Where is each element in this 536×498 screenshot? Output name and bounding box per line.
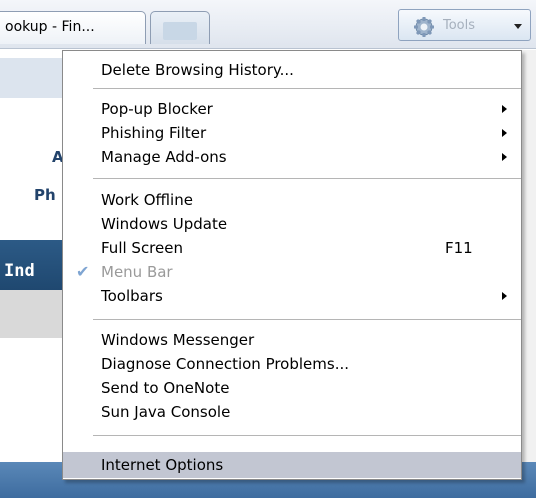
- menu-item-label: Menu Bar: [101, 263, 173, 281]
- menu-item-label: Toolbars: [101, 287, 163, 305]
- submenu-arrow-icon: [502, 105, 507, 113]
- tab-title: ookup - Fin...: [5, 19, 95, 35]
- submenu-arrow-icon: [502, 129, 507, 137]
- menu-separator: [93, 88, 521, 89]
- menu-item-internet-options[interactable]: Internet Options: [63, 452, 521, 478]
- menu-item-label: Internet Options: [101, 456, 224, 474]
- tools-label: Tools: [443, 18, 476, 33]
- tools-dropdown-menu: Delete Browsing History... Pop-up Blocke…: [62, 50, 522, 480]
- menu-item-label: Send to OneNote: [101, 379, 230, 397]
- menu-item-label: Full Screen: [101, 239, 183, 257]
- menu-item-label: Diagnose Connection Problems...: [101, 355, 350, 373]
- menu-item-shortcut: F11: [445, 239, 473, 257]
- new-tab-button[interactable]: [150, 11, 210, 44]
- menu-separator: [93, 319, 521, 320]
- menu-item-work-offline[interactable]: Work Offline: [63, 188, 521, 212]
- new-tab-icon: [163, 22, 197, 40]
- page-scrollbar[interactable]: [520, 50, 536, 462]
- tools-button[interactable]: Tools: [398, 9, 531, 41]
- submenu-arrow-icon: [502, 292, 507, 300]
- menu-item-windows-messenger[interactable]: Windows Messenger: [63, 328, 521, 352]
- chevron-down-icon: [514, 24, 522, 29]
- menu-item-label: Manage Add-ons: [101, 148, 227, 166]
- page-header-band: Ind: [0, 240, 64, 290]
- menu-item-send-to-onenote[interactable]: Send to OneNote: [63, 376, 521, 400]
- menu-item-full-screen[interactable]: Full Screen F11: [63, 236, 521, 260]
- page-text-fragment: Ind: [4, 261, 35, 281]
- menu-separator: [93, 435, 521, 436]
- menu-item-delete-browsing-history[interactable]: Delete Browsing History...: [63, 58, 521, 82]
- page-background-band: [0, 58, 64, 98]
- page-text-fragment: Ph: [34, 186, 56, 204]
- gear-icon: [413, 16, 435, 38]
- menu-item-label: Windows Update: [101, 215, 228, 233]
- menu-item-windows-update[interactable]: Windows Update: [63, 212, 521, 236]
- menu-item-label: Windows Messenger: [101, 331, 255, 349]
- menu-item-manage-addons[interactable]: Manage Add-ons: [63, 145, 521, 169]
- menu-item-toolbars[interactable]: Toolbars: [63, 284, 521, 308]
- menu-item-label: Delete Browsing History...: [101, 61, 294, 79]
- menu-item-label: Sun Java Console: [101, 403, 231, 421]
- menu-item-label: Phishing Filter: [101, 124, 207, 142]
- checkmark-icon: ✔: [76, 262, 90, 281]
- menu-item-popup-blocker[interactable]: Pop-up Blocker: [63, 97, 521, 121]
- menu-item-label: Pop-up Blocker: [101, 100, 213, 118]
- menu-item-label: Work Offline: [101, 191, 193, 209]
- menu-item-diagnose-connection[interactable]: Diagnose Connection Problems...: [63, 352, 521, 376]
- page-gray-band: [0, 290, 64, 338]
- submenu-arrow-icon: [502, 153, 507, 161]
- menu-item-menu-bar[interactable]: ✔ Menu Bar: [63, 260, 521, 284]
- menu-item-sun-java-console[interactable]: Sun Java Console: [63, 400, 521, 424]
- browser-tab-active[interactable]: ookup - Fin...: [0, 11, 146, 44]
- menu-separator: [93, 178, 521, 179]
- browser-toolbar: ookup - Fin... Tools: [0, 0, 536, 49]
- menu-item-phishing-filter[interactable]: Phishing Filter: [63, 121, 521, 145]
